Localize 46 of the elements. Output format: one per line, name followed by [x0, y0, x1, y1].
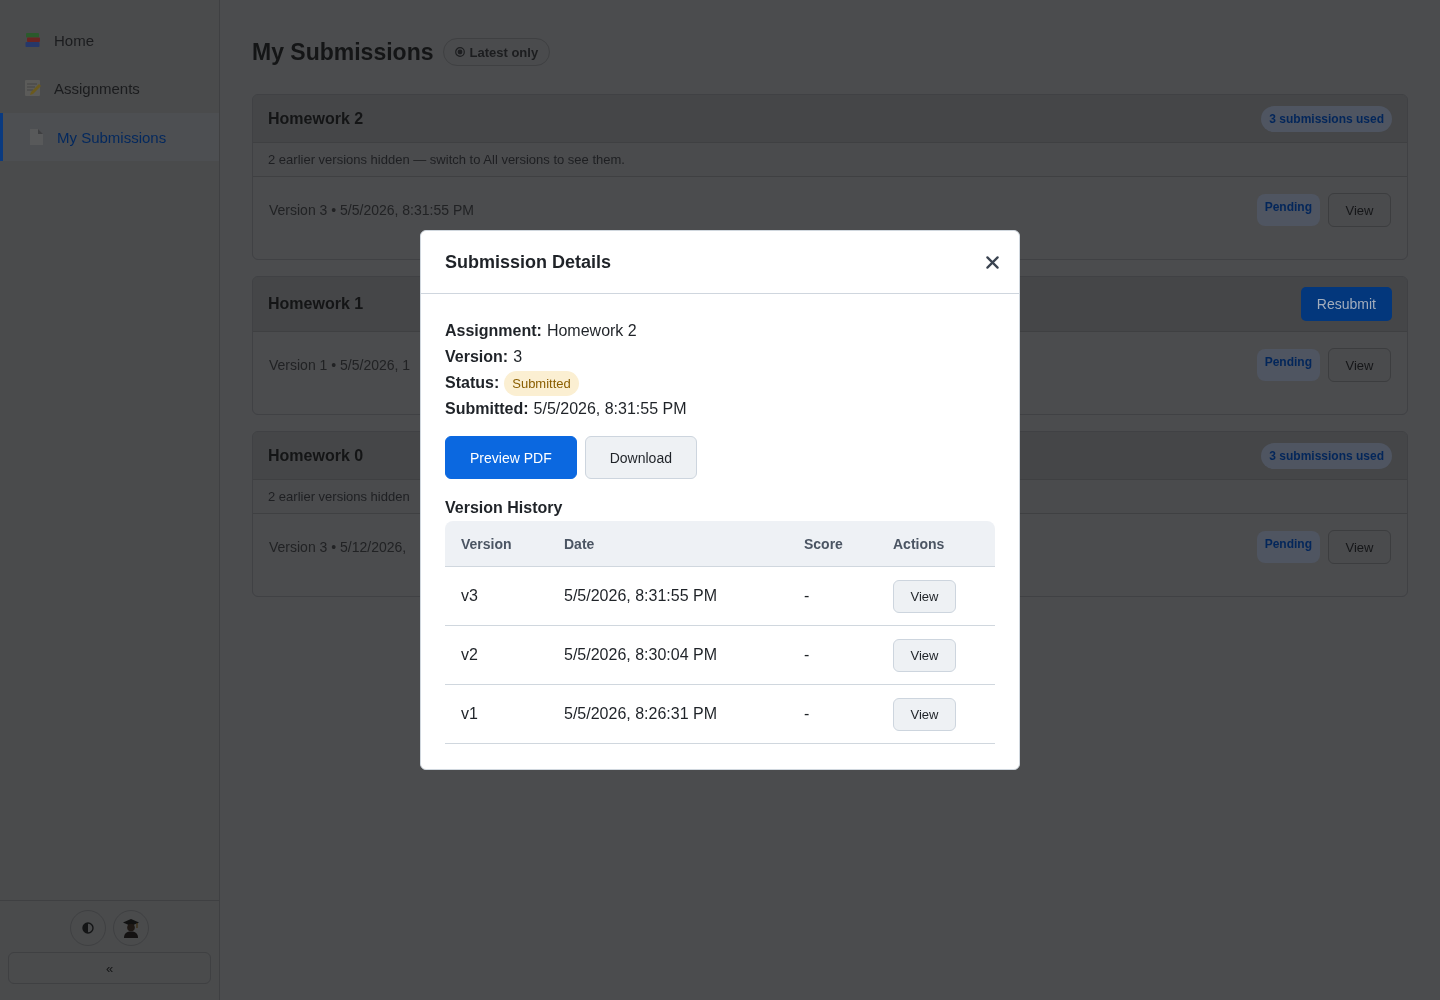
view-button[interactable]: View	[893, 638, 956, 672]
contrast-icon	[82, 922, 94, 934]
resubmit-button[interactable]: Resubmit	[1300, 287, 1392, 321]
page-title: My Submissions	[252, 38, 434, 67]
close-icon	[985, 255, 999, 269]
table-cell: v3	[445, 567, 548, 626]
submission-count-badge: 3 submissions used	[1261, 442, 1392, 469]
view-button[interactable]: View	[893, 697, 956, 731]
theme-toggle-button[interactable]	[70, 910, 106, 946]
field-value: Homework 2	[546, 322, 637, 340]
action-button[interactable]: Preview PDF	[445, 436, 577, 479]
document-icon	[27, 128, 45, 146]
field-value: 5/5/2026, 8:31:55 PM	[533, 400, 687, 418]
status-badge: Pending	[1256, 194, 1320, 226]
action-button[interactable]: Download	[584, 436, 697, 479]
memo-pencil-icon	[24, 79, 42, 97]
sidebar-item[interactable]: My Submissions	[0, 113, 219, 161]
table-cell: -	[788, 626, 877, 685]
status-badge: Pending	[1256, 531, 1320, 563]
column-header: Version	[445, 521, 548, 567]
table-cell: v1	[445, 685, 548, 744]
status-badge: Pending	[1256, 349, 1320, 381]
column-header: Score	[788, 521, 877, 567]
profile-button[interactable]	[113, 910, 149, 946]
section-title: Version History	[445, 499, 564, 517]
books-icon	[24, 31, 42, 49]
submission-count-badge: 3 submissions used	[1261, 105, 1392, 132]
table-cell: -	[788, 685, 877, 744]
table-cell: v2	[445, 626, 548, 685]
graduate-icon	[122, 918, 140, 938]
column-header: Actions	[877, 521, 995, 567]
column-header: Date	[548, 521, 788, 567]
view-button[interactable]: View	[893, 579, 956, 613]
radio-dot-icon	[455, 47, 466, 57]
table-cell: -	[788, 567, 877, 626]
table-cell: 5/5/2026, 8:30:04 PM	[548, 626, 788, 685]
field-label: Status:	[445, 374, 500, 392]
collapse-sidebar-button[interactable]: «	[8, 952, 211, 984]
dialog-title: Submission Details	[445, 251, 612, 273]
field-value: 3	[513, 348, 523, 366]
field-label: Version:	[445, 348, 509, 366]
field-label: Submitted:	[445, 400, 529, 418]
status-badge: Submitted	[504, 370, 579, 396]
table-cell: 5/5/2026, 8:31:55 PM	[548, 567, 788, 626]
table-cell: 5/5/2026, 8:26:31 PM	[548, 685, 788, 744]
field-label: Assignment:	[445, 322, 542, 340]
